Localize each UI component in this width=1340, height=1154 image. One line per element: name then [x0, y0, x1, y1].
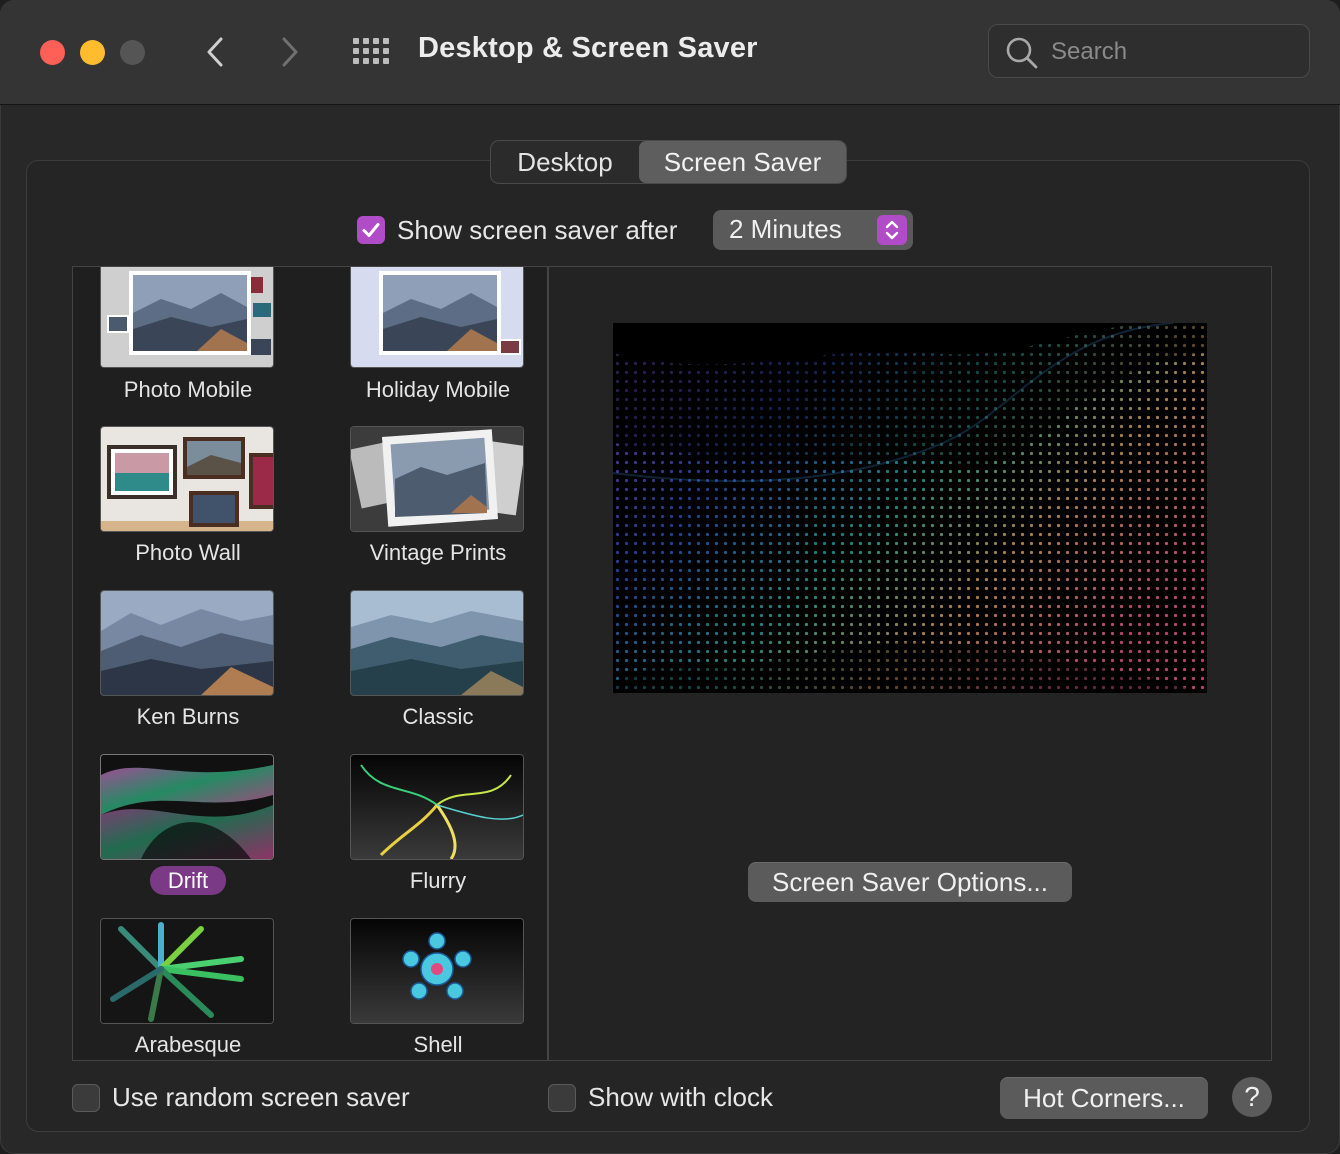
vintage-prints-thumbnail — [351, 427, 523, 531]
list-item-holiday-mobile[interactable]: Holiday Mobile — [323, 267, 547, 417]
show-after-label: Show screen saver after — [397, 214, 678, 245]
drift-selected-label: Drift — [149, 866, 227, 895]
flurry-thumbnail — [351, 755, 523, 859]
back-button[interactable] — [195, 30, 235, 74]
show-all-grid-button[interactable] — [350, 38, 390, 68]
screen-saver-list[interactable]: Photo Mobile Holiday Mobile Photo Wall V… — [72, 266, 548, 1061]
checkmark-icon — [362, 223, 380, 237]
clock-label: Show with clock — [588, 1082, 773, 1112]
chevron-left-icon — [207, 37, 223, 67]
tab-screen-saver[interactable]: Screen Saver — [639, 141, 846, 183]
photo-mobile-thumbnail — [101, 267, 273, 367]
ken-burns-thumbnail — [101, 591, 273, 695]
list-item-vintage-prints[interactable]: Vintage Prints — [323, 427, 547, 577]
list-item-arabesque[interactable]: Arabesque — [73, 919, 303, 1060]
help-button[interactable]: ? — [1232, 1077, 1272, 1117]
window-title: Desktop & Screen Saver — [418, 32, 758, 64]
list-item-drift[interactable]: Drift — [73, 755, 303, 905]
list-item-shell[interactable]: Shell — [323, 919, 547, 1060]
close-button[interactable] — [40, 40, 65, 65]
vintage-prints-label: Vintage Prints — [369, 540, 507, 565]
classic-label: Classic — [402, 704, 474, 729]
shell-label: Shell — [413, 1032, 463, 1057]
photo-wall-label: Photo Wall — [135, 540, 241, 565]
arabesque-thumbnail — [101, 919, 273, 1023]
list-item-classic[interactable]: Classic — [323, 591, 547, 741]
ken-burns-label: Ken Burns — [136, 704, 240, 729]
arabesque-label: Arabesque — [134, 1032, 242, 1057]
list-item-ken-burns[interactable]: Ken Burns — [73, 591, 303, 741]
start-after-select[interactable]: 2 Minutes — [713, 210, 913, 250]
drift-label: Drift — [73, 866, 303, 895]
tab-desktop[interactable]: Desktop — [491, 141, 639, 183]
screen-saver-preview — [613, 323, 1207, 693]
random-checkbox[interactable] — [72, 1083, 100, 1112]
list-item-photo-mobile[interactable]: Photo Mobile — [73, 267, 303, 417]
forward-button[interactable] — [270, 30, 310, 74]
start-after-value: 2 Minutes — [729, 214, 842, 244]
list-item-flurry[interactable]: Flurry — [323, 755, 547, 905]
hot-corners-button[interactable]: Hot Corners... — [1000, 1077, 1208, 1119]
show-after-row: Show screen saver after — [357, 212, 677, 248]
drift-thumbnail — [101, 755, 273, 859]
classic-thumbnail — [351, 591, 523, 695]
search-field[interactable] — [988, 24, 1310, 78]
holiday-mobile-thumbnail — [351, 267, 523, 367]
shell-thumbnail — [351, 919, 523, 1023]
random-row: Use random screen saver — [72, 1082, 410, 1113]
chevron-right-icon — [282, 37, 298, 67]
preferences-window: Desktop & Screen Saver Desktop Screen Sa… — [0, 0, 1340, 1154]
flurry-label: Flurry — [409, 868, 467, 893]
search-input[interactable] — [1049, 35, 1293, 69]
clock-checkbox[interactable] — [548, 1083, 576, 1112]
search-icon — [1006, 37, 1038, 69]
holiday-mobile-label: Holiday Mobile — [365, 377, 511, 402]
titlebar: Desktop & Screen Saver — [0, 0, 1340, 105]
updown-chevron-icon — [877, 215, 907, 245]
random-label: Use random screen saver — [112, 1082, 410, 1112]
photo-wall-thumbnail — [101, 427, 273, 531]
show-after-checkbox[interactable] — [357, 216, 385, 244]
list-item-photo-wall[interactable]: Photo Wall — [73, 427, 303, 577]
clock-row: Show with clock — [548, 1082, 773, 1113]
screen-saver-options-button[interactable]: Screen Saver Options... — [748, 862, 1072, 902]
zoom-button[interactable] — [120, 40, 145, 65]
minimize-button[interactable] — [80, 40, 105, 65]
tab-bar: Desktop Screen Saver — [490, 140, 847, 184]
photo-mobile-label: Photo Mobile — [123, 377, 253, 402]
